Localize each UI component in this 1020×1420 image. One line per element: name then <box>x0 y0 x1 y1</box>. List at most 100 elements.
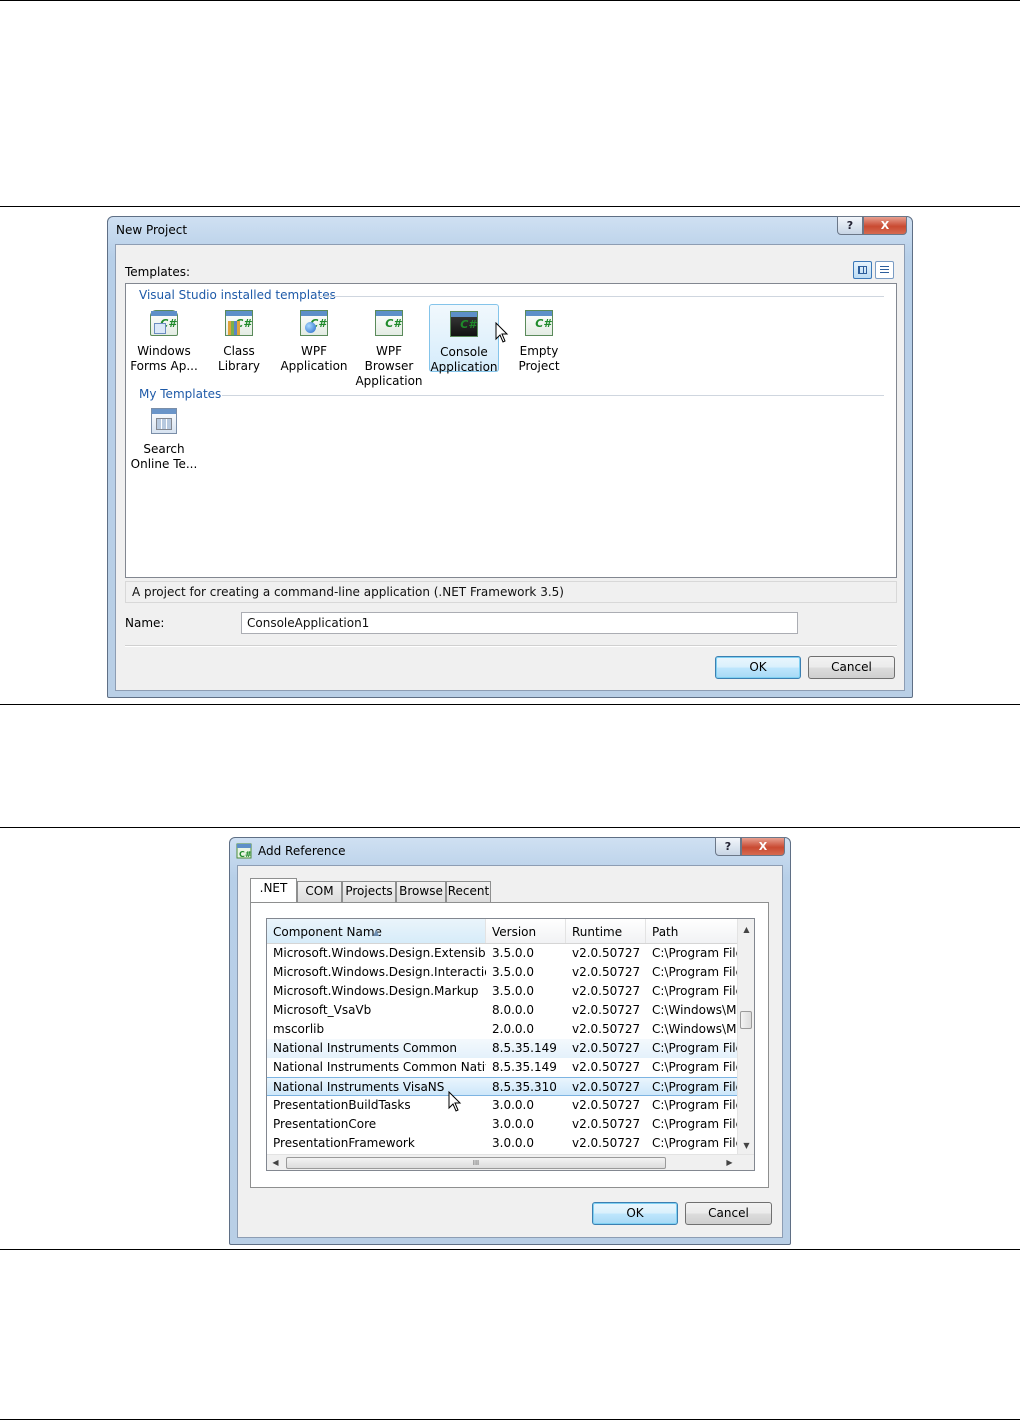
component-name-cell: National Instruments Common <box>273 1041 457 1055</box>
list-icon <box>880 266 889 274</box>
component-version-cell: 2.0.0.0 <box>492 1022 534 1036</box>
svg-text:C#: C# <box>239 850 252 859</box>
ok-button[interactable]: OK <box>592 1202 678 1225</box>
template-search-online[interactable]: Search Online Te... <box>129 402 199 471</box>
horizontal-scroll-thumb[interactable]: III <box>286 1157 666 1169</box>
column-header-runtime[interactable]: Runtime <box>566 919 646 943</box>
column-header-path[interactable]: Path <box>646 919 741 943</box>
component-version-cell: 3.5.0.0 <box>492 946 534 960</box>
page-rule <box>0 1249 1020 1250</box>
component-path-cell: C:\Windows\Mi <box>652 1022 737 1036</box>
sort-ascending-icon: ▲ <box>373 928 380 937</box>
component-path-cell: C:\Program Files <box>652 946 737 960</box>
component-path-cell: C:\Program Files <box>652 1136 737 1150</box>
component-row[interactable]: Microsoft.Windows.Design.Extensibility 3.… <box>267 944 737 963</box>
group-divider <box>318 296 884 297</box>
component-row[interactable]: PresentationBuildTasks 3.0.0.0 v2.0.50727 C… <box>267 1096 737 1115</box>
component-row[interactable]: mscorlib 2.0.0.0 v2.0.50727 C:\Windows\Mi <box>267 1020 737 1039</box>
scroll-down-icon[interactable]: ▼ <box>738 1141 754 1150</box>
tab-browse[interactable]: Browse <box>396 881 446 902</box>
large-icons-view-button[interactable] <box>853 261 872 279</box>
page-rule <box>0 827 1020 828</box>
component-version-cell: 3.0.0.0 <box>492 1098 534 1112</box>
template-wpf-application[interactable]: C# WPF Application <box>279 304 349 373</box>
title-bar: C# Add Reference ? X <box>230 837 790 864</box>
wpf-application-icon: C# <box>299 308 329 338</box>
component-path-cell: C:\Program Files <box>652 984 737 998</box>
wpf-browser-icon: C# <box>374 308 404 338</box>
component-row[interactable]: National Instruments Common 8.5.35.149 v2.… <box>267 1039 737 1058</box>
template-windows-forms[interactable]: C# Windows Forms Ap... <box>129 304 199 373</box>
component-path-cell: C:\Windows\Mi <box>652 1003 737 1017</box>
component-path-cell: C:\Program Files <box>652 1117 737 1131</box>
help-button[interactable]: ? <box>715 837 741 856</box>
component-name-cell: Microsoft.Windows.Design.Extensibility <box>273 946 486 960</box>
template-label: Forms Ap... <box>130 359 198 373</box>
component-row[interactable]: Microsoft_VsaVb 8.0.0.0 v2.0.50727 C:\Windo… <box>267 1001 737 1020</box>
templates-list[interactable]: Visual Studio installed templates C# Wind… <box>125 283 897 578</box>
component-runtime-cell: v2.0.50727 <box>572 946 641 960</box>
component-row[interactable]: PresentationCore 3.0.0.0 v2.0.50727 C:\Prog… <box>267 1115 737 1134</box>
component-row[interactable]: National Instruments Common Nativ... 8.5.… <box>267 1058 737 1077</box>
component-runtime-cell: v2.0.50727 <box>572 1136 641 1150</box>
horizontal-scrollbar[interactable]: ◀ III ▶ <box>267 1154 754 1170</box>
tab-projects[interactable]: Projects <box>342 881 396 902</box>
list-header: Component Name ▲ Version Runtime Path <box>267 919 754 944</box>
components-list[interactable]: Component Name ▲ Version Runtime Path Mi… <box>266 918 755 1171</box>
name-label: Name: <box>125 616 165 630</box>
tab-dotnet[interactable]: .NET <box>250 878 297 902</box>
console-application-icon: C# <box>449 309 479 339</box>
component-path-cell: C:\Program Files <box>652 1098 737 1112</box>
project-name-input[interactable]: ConsoleApplication1 <box>241 612 798 634</box>
ok-button[interactable]: OK <box>715 656 801 679</box>
vertical-scroll-thumb[interactable] <box>740 1011 752 1029</box>
column-header-component-name[interactable]: Component Name ▲ <box>267 919 486 943</box>
help-button[interactable]: ? <box>837 216 863 235</box>
page-rule-top <box>0 0 1020 1</box>
vertical-scrollbar[interactable]: ▲ ▼ <box>737 919 754 1155</box>
component-row[interactable]: Microsoft.Windows.Design.Interaction 3.5.… <box>267 963 737 982</box>
scroll-up-icon[interactable]: ▲ <box>738 925 754 934</box>
template-empty-project[interactable]: C# Empty Project <box>504 304 574 373</box>
close-button[interactable]: X <box>741 837 785 856</box>
template-label: Windows <box>137 344 191 358</box>
template-label: Online Te... <box>130 457 198 471</box>
column-header-version[interactable]: Version <box>486 919 566 943</box>
template-label: Console <box>440 345 488 359</box>
component-row[interactable]: Microsoft.Windows.Design.Markup 3.5.0.0 v2… <box>267 982 737 1001</box>
component-row[interactable]: PresentationFramework 3.0.0.0 v2.0.50727 C:… <box>267 1134 737 1153</box>
mouse-pointer-icon <box>495 322 509 343</box>
mouse-pointer-icon <box>448 1091 462 1112</box>
component-runtime-cell: v2.0.50727 <box>572 1098 641 1112</box>
template-label: Application <box>355 374 423 388</box>
tab-recent[interactable]: Recent <box>446 881 491 902</box>
component-version-cell: 3.5.0.0 <box>492 965 534 979</box>
component-runtime-cell: v2.0.50727 <box>572 1117 641 1131</box>
tab-com[interactable]: COM <box>297 881 342 902</box>
scroll-right-icon[interactable]: ▶ <box>721 1158 738 1167</box>
component-row[interactable]: National Instruments VisaNS 8.5.35.310 v2.… <box>267 1077 737 1096</box>
component-version-cell: 8.5.35.149 <box>492 1060 557 1074</box>
page-rule <box>0 206 1020 207</box>
component-name-cell: Microsoft.Windows.Design.Markup <box>273 984 479 998</box>
cancel-button[interactable]: Cancel <box>685 1202 772 1225</box>
component-path-cell: C:\Program Files <box>652 1080 737 1094</box>
small-icons-view-button[interactable] <box>875 261 894 279</box>
component-version-cell: 3.0.0.0 <box>492 1136 534 1150</box>
template-class-library[interactable]: C# Class Library <box>204 304 274 373</box>
template-console-application[interactable]: C# Console Application <box>429 304 499 374</box>
template-wpf-browser[interactable]: C# WPF Browser Application <box>354 304 424 388</box>
close-button[interactable]: X <box>863 216 907 235</box>
scroll-left-icon[interactable]: ◀ <box>267 1158 284 1167</box>
component-version-cell: 3.5.0.0 <box>492 984 534 998</box>
component-path-cell: C:\Program Files <box>652 965 737 979</box>
title-bar: New Project ? X <box>108 216 912 243</box>
cancel-button[interactable]: Cancel <box>808 656 895 679</box>
component-runtime-cell: v2.0.50727 <box>572 1022 641 1036</box>
csharp-app-icon: C# <box>236 843 252 859</box>
new-project-dialog: New Project ? X Templates: Visual Studio… <box>107 216 913 698</box>
component-version-cell: 8.0.0.0 <box>492 1003 534 1017</box>
component-name-cell: PresentationFramework <box>273 1136 415 1150</box>
template-label: Empty <box>519 344 559 358</box>
template-label: Application <box>280 359 348 373</box>
